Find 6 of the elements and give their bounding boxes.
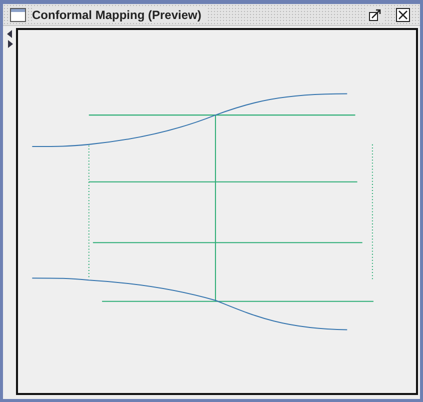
maximize-button[interactable] [367, 6, 383, 23]
expand-right-icon[interactable] [6, 40, 12, 48]
close-button[interactable] [395, 6, 411, 23]
window-icon [10, 8, 26, 22]
window-title: Conformal Mapping (Preview) [32, 8, 208, 22]
collapse-left-icon[interactable] [6, 30, 12, 38]
